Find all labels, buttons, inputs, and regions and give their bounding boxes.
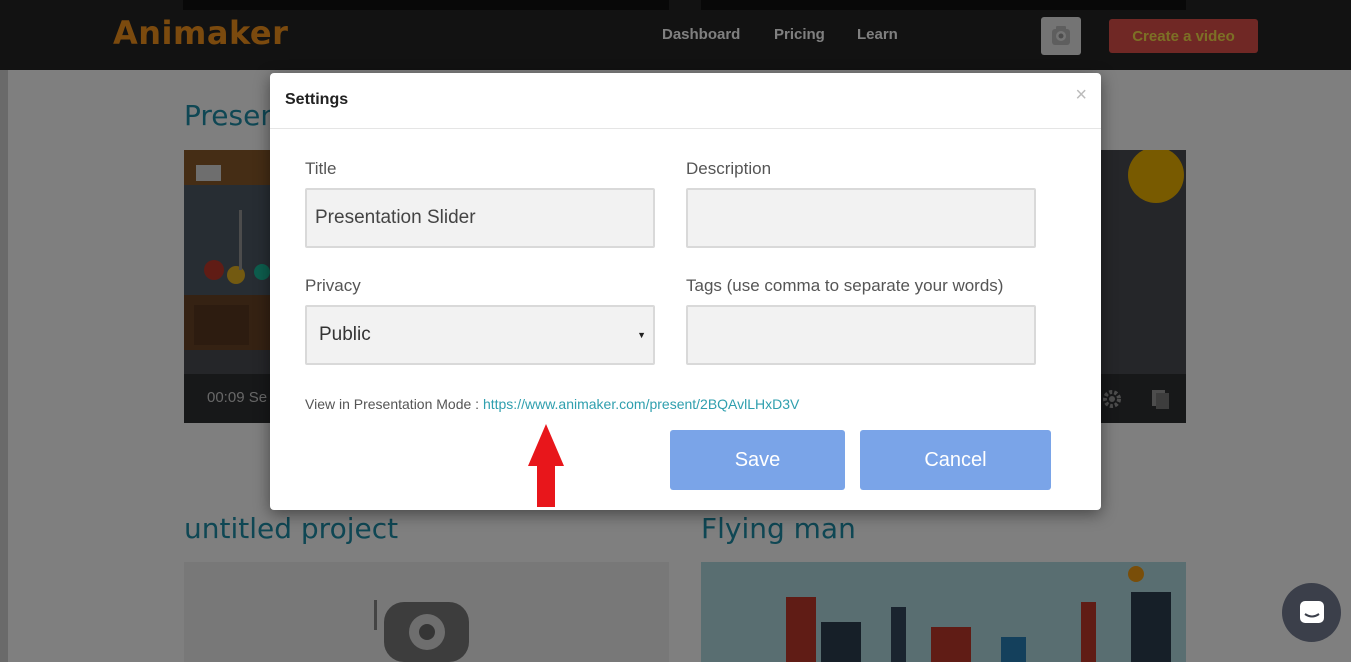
presentation-mode-label: View in Presentation Mode :: [305, 396, 483, 412]
chat-icon[interactable]: [1282, 583, 1341, 642]
presentation-link[interactable]: https://www.animaker.com/present/2BQAvlL…: [483, 396, 799, 412]
modal-title: Settings: [285, 91, 349, 108]
tags-label: Tags (use comma to separate your words): [686, 276, 1004, 295]
cancel-button[interactable]: Cancel: [860, 430, 1051, 490]
red-arrow-up-icon: [528, 424, 564, 507]
caret-down-icon: ▼: [637, 330, 646, 340]
modal-header: Settings ×: [270, 73, 1101, 129]
close-icon[interactable]: ×: [1075, 85, 1087, 105]
backdrop-edge: [0, 70, 8, 662]
description-input[interactable]: [686, 188, 1036, 248]
title-input[interactable]: [305, 188, 655, 248]
settings-modal: Settings × Title Description Privacy Pub…: [270, 73, 1101, 510]
privacy-label: Privacy: [305, 276, 361, 295]
tags-input[interactable]: [686, 305, 1036, 365]
save-button[interactable]: Save: [670, 430, 845, 490]
title-label: Title: [305, 159, 337, 178]
privacy-select[interactable]: Public ▼: [305, 305, 655, 365]
presentation-mode-line: View in Presentation Mode : https://www.…: [305, 396, 799, 412]
privacy-value: Public: [319, 324, 371, 345]
description-label: Description: [686, 159, 772, 178]
